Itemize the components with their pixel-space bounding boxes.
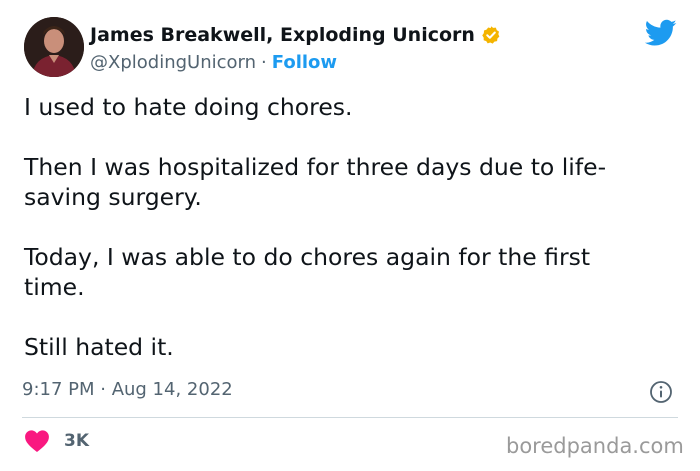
tweet-text: I used to hate doing chores. Then I was … bbox=[24, 92, 674, 362]
follow-button[interactable]: Follow bbox=[272, 52, 337, 73]
handle-row: @XplodingUnicorn · Follow bbox=[90, 49, 501, 75]
handle[interactable]: @XplodingUnicorn bbox=[90, 52, 256, 73]
tweet-card: James Breakwell, Exploding Unicorn @Xplo… bbox=[0, 0, 700, 471]
twitter-bird-icon[interactable] bbox=[645, 19, 677, 47]
info-icon[interactable] bbox=[649, 380, 673, 404]
tweet-timestamp[interactable]: 9:17 PM · Aug 14, 2022 bbox=[22, 379, 233, 400]
tweet-paragraph: Then I was hospitalized for three days d… bbox=[24, 153, 607, 211]
profile-photo-icon bbox=[24, 17, 84, 77]
heart-icon bbox=[25, 430, 49, 453]
tweet-paragraph: Today, I was able to do chores again for… bbox=[24, 243, 591, 301]
like-button[interactable]: 3K bbox=[24, 429, 89, 453]
like-count: 3K bbox=[64, 431, 90, 451]
divider bbox=[22, 417, 678, 418]
tweet-paragraph: I used to hate doing chores. bbox=[24, 93, 353, 121]
separator-dot: · bbox=[261, 51, 267, 73]
author-block: James Breakwell, Exploding Unicorn @Xplo… bbox=[90, 22, 501, 75]
verified-badge-icon bbox=[482, 26, 500, 44]
avatar[interactable] bbox=[24, 17, 84, 77]
tweet-paragraph: Still hated it. bbox=[24, 333, 174, 361]
display-name[interactable]: James Breakwell, Exploding Unicorn bbox=[90, 24, 475, 46]
watermark: boredpanda.com bbox=[506, 434, 684, 458]
name-row: James Breakwell, Exploding Unicorn bbox=[90, 22, 501, 48]
